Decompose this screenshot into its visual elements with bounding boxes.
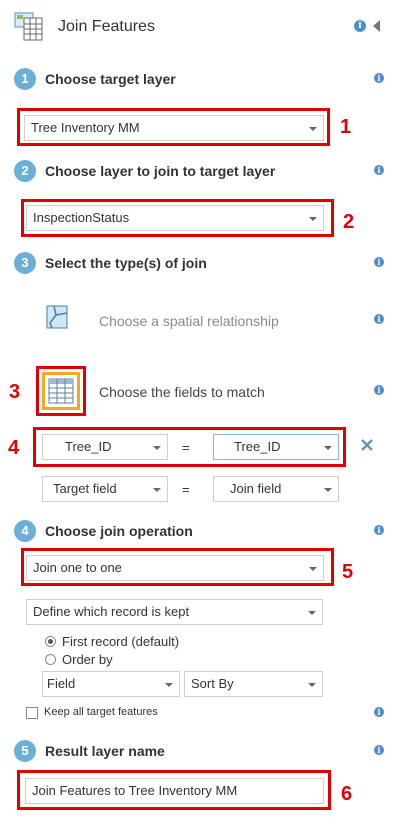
chevron-down-icon — [153, 446, 161, 450]
info-icon[interactable]: i — [374, 525, 384, 535]
annotation-label-3: 3 — [9, 381, 21, 403]
step-number-5: 5 — [14, 740, 36, 762]
annotation-box-2 — [21, 199, 334, 237]
info-icon[interactable]: i — [374, 707, 384, 717]
record-kept-select[interactable]: Define which record is kept — [26, 599, 323, 625]
info-icon[interactable]: i — [354, 20, 366, 32]
annotation-label-1: 1 — [340, 116, 352, 138]
fields-match-label[interactable]: Choose the fields to match — [99, 384, 265, 400]
fields-match-icon[interactable] — [42, 372, 80, 410]
join-field-select[interactable]: Tree_ID — [213, 434, 339, 460]
record-kept-value: Define which record is kept — [33, 604, 190, 619]
close-x-icon[interactable] — [360, 438, 374, 452]
info-icon[interactable]: i — [374, 165, 384, 175]
order-by-label[interactable]: Order by — [62, 652, 113, 667]
info-icon[interactable]: i — [374, 73, 384, 83]
chevron-down-icon — [324, 446, 332, 450]
sort-by-select[interactable]: Sort By — [184, 671, 323, 697]
first-record-radio[interactable] — [45, 636, 56, 647]
step-title-3: Select the type(s) of join — [45, 255, 207, 271]
annotation-box-5 — [21, 548, 334, 586]
chevron-down-icon — [308, 611, 316, 615]
step-number-4: 4 — [14, 520, 36, 542]
first-record-label[interactable]: First record (default) — [62, 634, 179, 649]
chevron-down-icon — [308, 683, 316, 687]
new-target-field-select[interactable]: Target field — [42, 476, 168, 502]
spatial-relationship-label[interactable]: Choose a spatial relationship — [99, 313, 279, 329]
header: Join Features i — [0, 0, 400, 58]
annotation-box-6 — [17, 770, 331, 810]
step-number-2: 2 — [14, 160, 36, 182]
annotation-label-2: 2 — [343, 211, 355, 233]
target-field-value: Tree_ID — [65, 439, 112, 454]
chevron-down-icon — [153, 488, 161, 492]
chevron-down-icon — [165, 683, 173, 687]
page-title: Join Features — [58, 18, 155, 35]
sort-by-value: Sort By — [191, 676, 234, 691]
step-title-2: Choose layer to join to target layer — [45, 163, 276, 179]
info-icon[interactable]: i — [374, 385, 384, 395]
annotation-label-5: 5 — [342, 561, 354, 583]
order-field-value: Field — [47, 676, 76, 691]
annotation-label-4: 4 — [8, 437, 20, 459]
annotation-box-1 — [17, 108, 330, 146]
step-number-3: 3 — [14, 252, 36, 274]
step-title-1: Choose target layer — [45, 71, 176, 87]
spatial-relationship-icon[interactable] — [46, 305, 70, 331]
target-field-placeholder: Target field — [53, 481, 117, 496]
join-field-placeholder: Join field — [230, 481, 282, 496]
info-icon[interactable]: i — [374, 314, 384, 324]
info-icon[interactable]: i — [374, 257, 384, 267]
chevron-down-icon — [324, 488, 332, 492]
step-title-4: Choose join operation — [45, 523, 193, 539]
keep-all-checkbox[interactable] — [26, 707, 38, 719]
join-features-tool-icon — [14, 12, 44, 42]
keep-all-label[interactable]: Keep all target features — [44, 706, 158, 718]
annotation-label-6: 6 — [341, 783, 353, 805]
info-icon[interactable]: i — [374, 745, 384, 755]
step-number-1: 1 — [14, 68, 36, 90]
order-by-radio[interactable] — [45, 654, 56, 665]
collapse-left-icon[interactable] — [373, 20, 380, 32]
join-field-value: Tree_ID — [234, 439, 281, 454]
step-title-5: Result layer name — [45, 743, 165, 759]
new-join-field-select[interactable]: Join field — [213, 476, 339, 502]
target-field-select[interactable]: Tree_ID — [42, 434, 168, 460]
equals-operator: = — [182, 440, 190, 455]
equals-operator: = — [182, 482, 190, 497]
order-field-select[interactable]: Field — [42, 671, 180, 697]
